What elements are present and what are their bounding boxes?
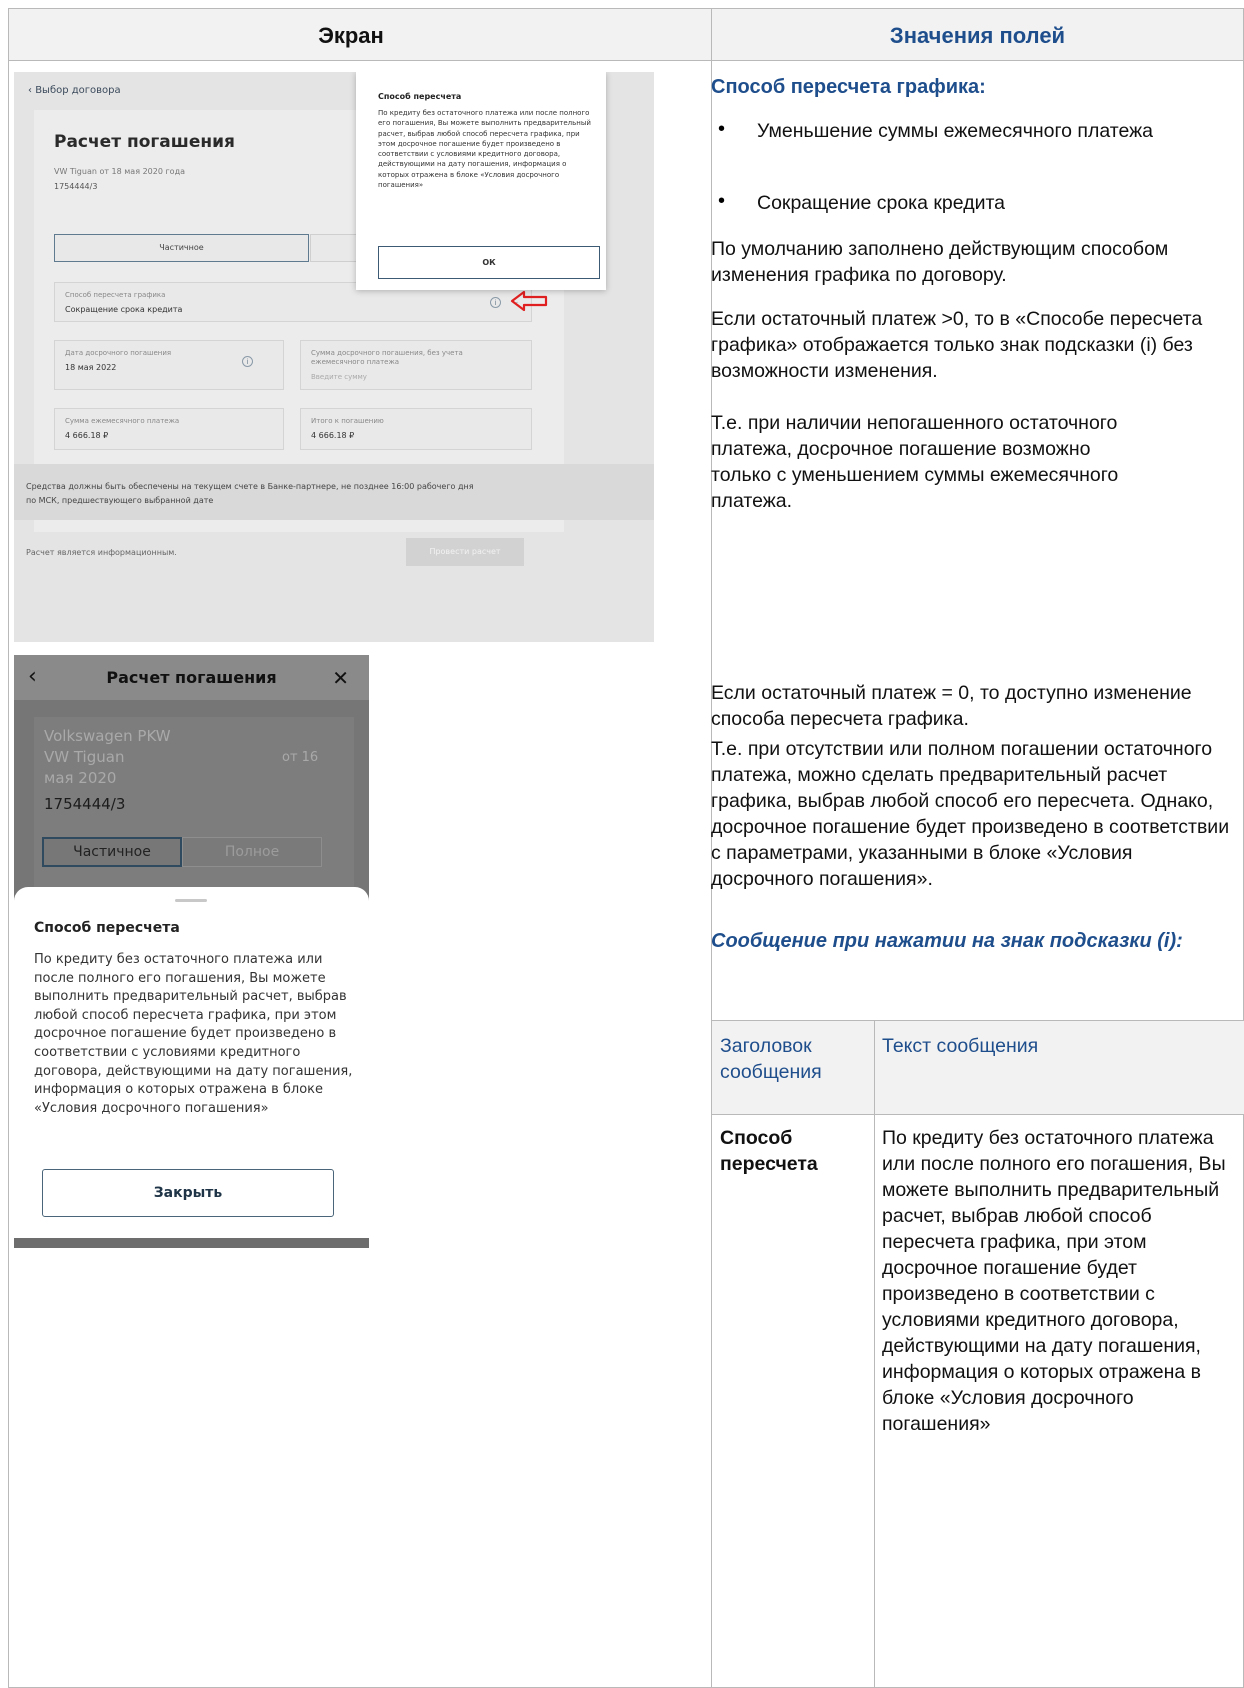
popup-title: Способ пересчета <box>378 92 462 101</box>
paragraph-3: Т.е. при наличии непогашенного остаточно… <box>711 412 1119 512</box>
bullet-item-1: Уменьшение суммы ежемесячного платежа <box>757 120 1154 142</box>
notice-text-1: Средства должны быть обеспечены на текущ… <box>26 482 474 491</box>
message-title-cell: Способ пересчета <box>720 1127 818 1175</box>
message-table: Заголовок сообщения Текст сообщения Спос… <box>711 1020 1244 1688</box>
paragraph-5: Т.е. при отсутствии или полном погашении… <box>711 738 1230 890</box>
bullet-icon: • <box>718 190 726 212</box>
monthly-payment-label: Сумма ежемесячного платежа <box>65 417 180 425</box>
date-info-icon[interactable]: i <box>242 356 253 367</box>
info-icon[interactable]: i <box>490 297 501 308</box>
recalc-heading: Способ пересчета графика: <box>711 76 986 98</box>
total-value: 4 666.18 ₽ <box>311 431 355 440</box>
total-field: Итого к погашению 4 666.18 ₽ <box>300 408 532 450</box>
red-arrow-icon <box>510 290 548 312</box>
mobile-bottom-bar <box>14 1238 369 1248</box>
early-sum-placeholder: Введите сумму <box>311 373 367 381</box>
mobile-from: от 16 <box>282 750 319 765</box>
recalc-method-value: Сокращение срока кредита <box>65 305 183 314</box>
paragraph-1: По умолчанию заполнено действующим спосо… <box>711 238 1169 286</box>
header-screen: Экран <box>318 23 384 48</box>
sheet-body: По кредиту без остаточного платежа или п… <box>34 952 353 1116</box>
message-header-col: Заголовок сообщения <box>720 1035 822 1083</box>
mobile-tab-full[interactable]: Полное <box>182 837 322 867</box>
mobile-title: Расчет погашения <box>106 668 277 687</box>
bullet-item-2: Сокращение срока кредита <box>757 192 1006 214</box>
contract-line: VW Tiguan от 18 мая 2020 года <box>54 167 185 176</box>
chevron-left-icon: ‹ <box>28 85 32 96</box>
bullet-icon: • <box>718 118 726 140</box>
close-icon[interactable]: ✕ <box>332 666 349 690</box>
popup-ok-button[interactable]: ОК <box>378 246 600 279</box>
mobile-brand: Volkswagen PKW <box>44 727 171 745</box>
early-sum-field[interactable]: Сумма досрочного погашения, без учета еж… <box>300 340 532 390</box>
contract-number: 1754444/3 <box>54 182 98 191</box>
notice-text-2: по МСК, предшествующего выбранной дате <box>26 496 214 505</box>
monthly-payment-field: Сумма ежемесячного платежа 4 666.18 ₽ <box>54 408 284 450</box>
calculate-button[interactable]: Провести расчет <box>406 538 524 566</box>
sheet-title: Способ пересчета <box>34 920 180 936</box>
paragraph-4: Если остаточный платеж = 0, то доступно … <box>711 682 1192 730</box>
paragraph-2: Если остаточный платеж >0, то в «Способе… <box>711 308 1203 382</box>
hint-subheading: Сообщение при нажатии на знак подсказки … <box>711 930 1183 952</box>
mobile-screen-mock: ‹ Расчет погашения ✕ Volkswagen PKW VW T… <box>14 655 369 1221</box>
footer-text: Расчет является информационным. <box>26 548 177 557</box>
page-title: Расчет погашения <box>54 132 235 152</box>
early-date-value: 18 мая 2022 <box>65 363 117 372</box>
sheet-drag-handle[interactable] <box>175 899 207 902</box>
header-values: Значения полей <box>889 23 1066 48</box>
popup-body: По кредиту без остаточного платежа или п… <box>378 109 591 190</box>
close-button[interactable]: Закрыть <box>42 1169 334 1217</box>
desktop-screen-mock: ‹ Выбор договора Расчет погашения VW Tig… <box>14 72 654 642</box>
mobile-contract-number: 1754444/3 <box>44 795 126 813</box>
total-label: Итого к погашению <box>311 417 384 425</box>
message-table-divider <box>874 1021 875 1688</box>
mobile-model: VW Tiguan <box>44 748 125 766</box>
back-link[interactable]: ‹ Выбор договора <box>28 85 121 96</box>
early-sum-label-2: ежемесячного платежа <box>311 358 400 366</box>
mobile-date: мая 2020 <box>44 769 117 787</box>
message-text-cell: По кредиту без остаточного платежа или п… <box>882 1127 1226 1435</box>
early-sum-label-1: Сумма досрочного погашения, без учета <box>311 349 463 357</box>
early-date-label: Дата досрочного погашения <box>65 349 172 357</box>
recalc-popup: Способ пересчета По кредиту без остаточн… <box>356 72 606 290</box>
recalc-method-label: Способ пересчета графика <box>65 291 166 299</box>
tab-partial[interactable]: Частичное <box>54 234 309 262</box>
mobile-tab-partial[interactable]: Частичное <box>42 837 182 867</box>
monthly-payment-value: 4 666.18 ₽ <box>65 431 109 440</box>
message-text-col: Текст сообщения <box>882 1035 1039 1057</box>
